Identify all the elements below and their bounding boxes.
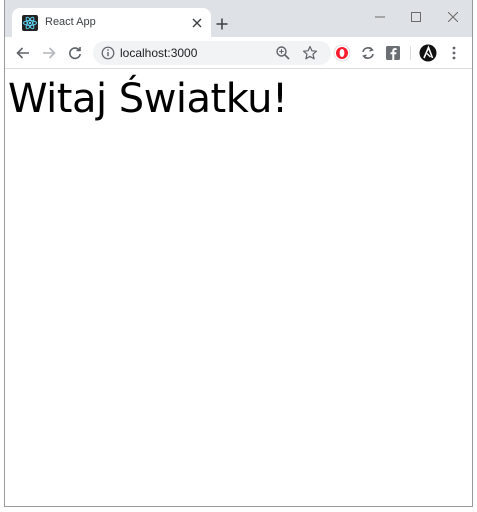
close-icon bbox=[448, 12, 458, 22]
forward-icon bbox=[43, 47, 56, 59]
reload-icon bbox=[69, 47, 81, 60]
zoom-icon[interactable] bbox=[275, 45, 291, 61]
page-content: Witaj Światku! bbox=[5, 70, 472, 506]
minimize-button[interactable] bbox=[366, 8, 394, 26]
menu-icon[interactable] bbox=[445, 44, 463, 62]
page-heading: Witaj Światku! bbox=[8, 76, 288, 122]
close-window-button[interactable] bbox=[439, 8, 467, 26]
opera-icon[interactable] bbox=[333, 44, 351, 62]
tab-react-app[interactable]: React App bbox=[12, 8, 211, 37]
plus-icon bbox=[216, 18, 228, 30]
toolbar-separator bbox=[410, 46, 411, 60]
maximize-button[interactable] bbox=[402, 8, 430, 26]
tab-strip: React App bbox=[5, 0, 472, 37]
facebook-icon[interactable] bbox=[384, 44, 402, 62]
star-icon[interactable] bbox=[302, 45, 318, 61]
maximize-icon bbox=[411, 12, 421, 22]
minimize-icon bbox=[375, 16, 385, 18]
address-bar[interactable]: localhost:3000 bbox=[93, 41, 331, 65]
profile-icon[interactable] bbox=[419, 44, 437, 62]
react-logo-icon bbox=[22, 15, 38, 31]
forward-button[interactable] bbox=[40, 44, 58, 62]
reload-button[interactable] bbox=[66, 44, 84, 62]
browser-toolbar: localhost:3000 bbox=[5, 37, 472, 69]
back-icon bbox=[16, 47, 29, 59]
close-icon bbox=[192, 18, 202, 28]
tab-close-button[interactable] bbox=[190, 16, 204, 30]
new-tab-button[interactable] bbox=[213, 15, 231, 33]
browser-window: React App localhost:3000 Witaj Światku! bbox=[4, 0, 473, 507]
url-text[interactable]: localhost:3000 bbox=[120, 46, 197, 60]
info-icon[interactable] bbox=[101, 46, 115, 60]
tab-title: React App bbox=[45, 16, 96, 28]
sync-icon[interactable] bbox=[359, 44, 377, 62]
back-button[interactable] bbox=[14, 44, 32, 62]
